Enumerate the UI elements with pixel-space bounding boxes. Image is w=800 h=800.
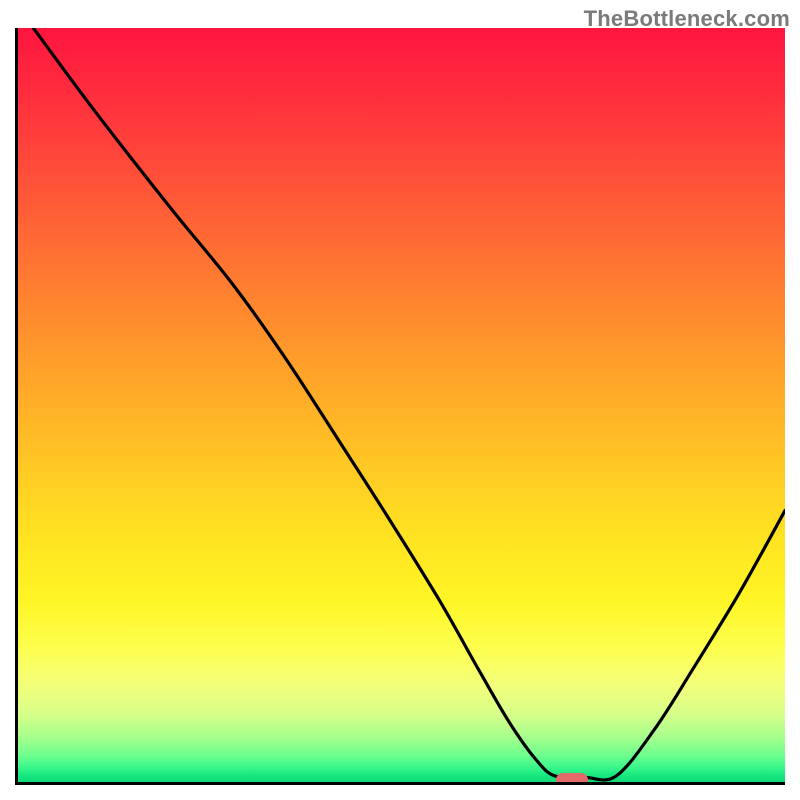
plot-area [15,28,785,785]
optimum-marker [556,773,588,785]
chart-container: TheBottleneck.com [0,0,800,800]
bottleneck-curve [18,28,785,782]
curve-path [33,28,785,780]
